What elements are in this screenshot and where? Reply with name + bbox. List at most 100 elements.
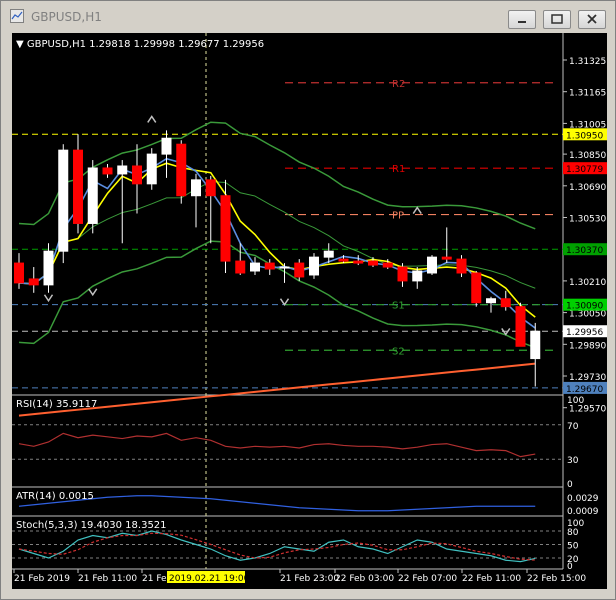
rsi-level-label: 100	[567, 396, 584, 406]
price-label-text: 1.30779	[566, 165, 603, 175]
candle-body	[530, 330, 541, 360]
candle-body	[456, 258, 467, 274]
candle-body	[176, 143, 187, 197]
rsi-label: RSI(14) 35.9117	[16, 399, 98, 410]
price-tick-label: 1.30850	[569, 151, 606, 161]
fractal-arrow-icon	[279, 298, 290, 307]
time-tick-label: 21 Feb 23:00	[280, 574, 339, 584]
candle-body	[205, 179, 216, 197]
stoch-level-label: 80	[567, 528, 579, 538]
time-tick-label: 22 Feb 11:00	[462, 574, 521, 584]
ohlc-header-text: GBPUSD,H1 1.29818 1.29998 1.29677 1.2995…	[26, 39, 265, 50]
price-tick-label: 1.30690	[569, 183, 606, 193]
title-bar[interactable]: GBPUSD,H1	[1, 1, 615, 31]
candle-body	[353, 260, 364, 264]
fractal-arrow-icon	[147, 115, 157, 123]
price-tick-label: 1.30530	[569, 215, 606, 225]
atr-line	[18, 495, 536, 512]
price-label-text: 1.30950	[566, 131, 603, 141]
rsi-level-label: 70	[567, 422, 579, 432]
price-tick-label: 1.30210	[569, 278, 606, 288]
candle-body	[235, 260, 246, 274]
minimize-button[interactable]	[508, 10, 536, 29]
stoch-k-line	[18, 530, 536, 563]
candle-body	[412, 270, 423, 282]
pivot-label: R2	[392, 79, 405, 90]
chart-window-icon	[10, 9, 24, 23]
candle-body	[191, 179, 201, 197]
candle-body	[382, 262, 393, 268]
stoch-level-label: 0	[567, 562, 573, 572]
price-chart[interactable]: R2R1PPS1S2 1.313251.311651.310051.308501…	[12, 33, 607, 589]
fractal-arrow-icon	[412, 206, 422, 215]
close-icon	[587, 14, 597, 24]
candle-body	[58, 149, 69, 252]
candle-body	[441, 256, 452, 260]
pivot-label: PP	[392, 211, 404, 222]
stoch-d-line	[18, 532, 536, 561]
collapse-triangle-icon[interactable]: ▼	[16, 39, 24, 50]
candle-body	[102, 167, 113, 175]
candle-body	[500, 298, 511, 308]
candle-body	[427, 256, 437, 274]
rsi-line	[18, 432, 536, 458]
pivot-label: R1	[392, 164, 405, 175]
candle-body	[87, 167, 98, 224]
price-label-text: 1.30090	[566, 302, 603, 312]
stoch-label: Stoch(5,3,3) 19.4030 18.3521	[16, 520, 167, 531]
atr-level-label: 0.0009	[567, 507, 599, 517]
candle-body	[397, 266, 408, 282]
atr-label: ATR(14) 0.0015	[16, 491, 94, 502]
window-title: GBPUSD,H1	[31, 10, 102, 24]
candle-body	[146, 153, 157, 185]
price-tick-label: 1.29730	[569, 373, 606, 383]
close-button[interactable]	[578, 10, 606, 29]
candle-body	[14, 262, 24, 284]
candle-body	[486, 298, 496, 304]
candle-body	[294, 262, 305, 278]
minimize-icon	[518, 21, 526, 23]
price-tick-label: 1.29890	[569, 341, 606, 351]
candle-body	[309, 256, 319, 276]
stoch-level-label: 50	[567, 542, 579, 552]
candle-body	[338, 258, 349, 262]
rsi-level-label: 30	[567, 456, 579, 466]
time-tick-label: 22 Feb 15:00	[527, 574, 586, 584]
candle-body	[117, 165, 128, 175]
price-label-text: 1.29956	[566, 328, 603, 338]
price-tick-label: 1.31325	[569, 57, 606, 67]
fractal-arrow-icon	[88, 288, 98, 297]
fractal-arrow-icon	[43, 294, 54, 303]
atr-level-label: 0.0029	[567, 494, 599, 504]
ohlc-header: ▼ GBPUSD,H1 1.29818 1.29998 1.29677 1.29…	[16, 39, 264, 51]
restore-button[interactable]	[543, 10, 571, 29]
candle-body	[220, 195, 231, 262]
candle-body	[279, 266, 290, 269]
price-tick-label: 1.29570	[569, 405, 606, 415]
price-label-text: 1.29670	[566, 385, 603, 395]
candle-body	[368, 260, 378, 266]
rsi-level-label: 0	[567, 480, 573, 490]
candle-body	[28, 278, 39, 286]
restore-icon	[551, 14, 563, 24]
candle-body	[471, 272, 482, 304]
candle-body	[73, 149, 83, 224]
price-label-text: 1.30370	[566, 246, 603, 256]
candle-body	[323, 250, 334, 258]
time-tick-label: 22 Feb 07:00	[398, 574, 457, 584]
time-tick-label: 21 Feb 2019	[14, 574, 70, 584]
crosshair-time-label: 2019.02.21 19:00	[169, 574, 250, 584]
candle-body	[250, 262, 260, 272]
terminal-window: GBPUSD,H1 R2 R1 PP S1 S2 1.31325 1.31165 1.310…	[0, 0, 616, 600]
pivot-label: S1	[392, 301, 405, 312]
pivot-label: S2	[392, 346, 405, 357]
chart-area[interactable]: R2 R1 PP S1 S2 1.31325 1.31165 1.31005 1.30850 1…	[12, 33, 607, 589]
time-tick-label: 21 Feb 11:00	[78, 574, 137, 584]
candle-body	[43, 250, 54, 286]
time-tick-label: 22 Feb 03:00	[335, 574, 394, 584]
candle-body	[161, 137, 172, 155]
candle-body	[515, 306, 526, 347]
price-tick-label: 1.31165	[569, 89, 606, 99]
candle-body	[132, 165, 142, 185]
candle-body	[264, 262, 275, 270]
